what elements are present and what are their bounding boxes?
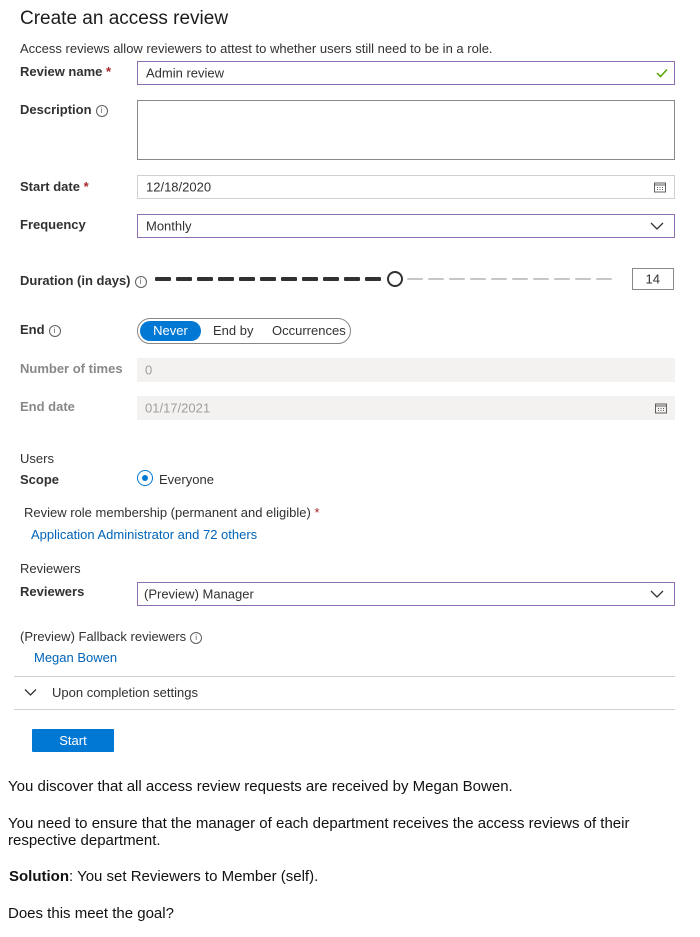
slider-track-segment [197, 277, 213, 281]
end-date-label: End date [20, 399, 75, 414]
slider-track-segment [470, 278, 486, 280]
slider-track-segment [407, 278, 423, 280]
slider-track-segment [218, 277, 234, 281]
slider-track-segment [281, 277, 297, 281]
slider-track-segment [302, 277, 318, 281]
start-button[interactable]: Start [32, 729, 114, 752]
role-membership-label: Review role membership (permanent and el… [24, 505, 320, 520]
duration-value: 14 [645, 271, 660, 287]
info-icon[interactable]: i [95, 104, 108, 117]
divider [14, 709, 675, 710]
number-of-times-label: Number of times [20, 361, 123, 376]
review-name-label: Review name * [20, 64, 112, 79]
solution-paragraph: Solution: You set Reviewers to Member (s… [9, 868, 318, 885]
end-date-value: 01/17/2021 [145, 400, 211, 416]
question-paragraph-2: You need to ensure that the manager of e… [8, 815, 630, 849]
number-of-times-input: 0 [137, 358, 675, 382]
start-date-input[interactable]: 12/18/2020 [137, 175, 675, 199]
slider-track-segment [449, 278, 465, 280]
review-name-value: Admin review [146, 65, 225, 81]
slider-track-segment [575, 278, 591, 280]
page-title: Create an access review [20, 8, 229, 29]
question-paragraph-1: You discover that all access review requ… [8, 778, 513, 795]
role-membership-link[interactable]: Application Administrator and 72 others [31, 527, 257, 542]
slider-track-segment [491, 278, 507, 280]
slider-track-segment [176, 277, 192, 281]
slider-track-segment [596, 278, 612, 280]
description-label: Description i [20, 102, 108, 117]
solution-text: : You set Reviewers to Member (self). [69, 868, 319, 885]
end-option-end-by[interactable]: End by [213, 323, 253, 338]
slider-track-segment [554, 278, 570, 280]
solution-label: Solution [9, 868, 69, 885]
calendar-icon[interactable] [654, 182, 666, 193]
required-mark: * [106, 64, 112, 79]
end-option-occurrences[interactable]: Occurrences [272, 323, 346, 338]
calendar-icon [655, 403, 667, 414]
reviewers-section-heading: Reviewers [20, 561, 81, 576]
slider-track-segment [155, 277, 171, 281]
info-icon[interactable]: i [134, 275, 147, 288]
reviewers-label: Reviewers [20, 584, 85, 599]
frequency-label: Frequency [20, 217, 86, 232]
reviewers-dropdown[interactable]: (Preview) Manager [137, 582, 675, 606]
intro-text: Access reviews allow reviewers to attest… [20, 41, 493, 56]
fallback-reviewer-link[interactable]: Megan Bowen [34, 650, 117, 665]
scope-option-label: Everyone [159, 472, 214, 487]
slider-track-segment [344, 277, 360, 281]
review-name-input[interactable]: Admin review [137, 61, 675, 85]
completion-settings-toggle[interactable]: Upon completion settings [14, 677, 675, 709]
check-icon [656, 68, 668, 78]
chevron-down-icon [650, 222, 664, 230]
fallback-reviewers-label: (Preview) Fallback reviewers i [20, 629, 203, 644]
completion-settings-label: Upon completion settings [52, 685, 198, 700]
start-date-label: Start date * [20, 179, 89, 194]
slider-thumb[interactable] [387, 271, 403, 287]
scope-label: Scope [20, 472, 60, 487]
slider-track-segment [533, 278, 549, 280]
slider-track-segment [512, 278, 528, 280]
end-date-input: 01/17/2021 [137, 396, 675, 420]
reviewers-value: (Preview) Manager [144, 586, 254, 602]
slider-track-segment [428, 278, 444, 280]
duration-label: Duration (in days) i [20, 273, 147, 288]
start-date-value: 12/18/2020 [146, 179, 212, 195]
question-paragraph-4: Does this meet the goal? [8, 905, 174, 922]
slider-track-segment [323, 277, 339, 281]
frequency-value: Monthly [146, 218, 192, 234]
duration-input[interactable]: 14 [632, 268, 674, 290]
end-option-never[interactable]: Never [140, 321, 201, 341]
slider-track-segment [260, 277, 276, 281]
number-of-times-value: 0 [145, 362, 153, 378]
duration-slider[interactable] [155, 270, 625, 288]
required-mark: * [83, 179, 89, 194]
end-label: End i [20, 322, 61, 337]
info-icon[interactable]: i [190, 631, 203, 644]
scope-radio-everyone[interactable] [137, 470, 153, 486]
chevron-down-icon [24, 689, 37, 696]
info-icon[interactable]: i [48, 324, 61, 337]
frequency-dropdown[interactable]: Monthly [137, 214, 675, 238]
description-textarea[interactable] [137, 100, 675, 160]
slider-track-segment [239, 277, 255, 281]
chevron-down-icon [650, 590, 664, 598]
users-section-heading: Users [20, 451, 54, 466]
end-segmented-control: Never End by Occurrences [137, 318, 351, 344]
slider-track-segment [365, 277, 381, 281]
required-mark: * [314, 505, 320, 520]
